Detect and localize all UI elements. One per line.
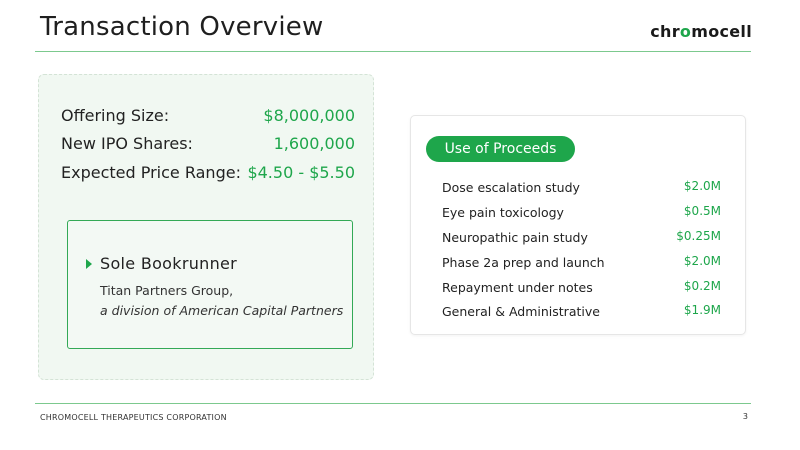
ipo-shares-row: New IPO Shares: 1,600,000 xyxy=(61,134,355,158)
price-range-row: Expected Price Range: $4.50 - $5.50 xyxy=(61,163,355,187)
proceeds-item-value: $2.0M xyxy=(683,179,721,193)
proceeds-row: Eye pain toxicology $0.5M xyxy=(442,204,721,225)
logo-part-pre: chr xyxy=(650,22,680,41)
proceeds-item-value: $1.9M xyxy=(683,303,721,317)
price-range-value: $4.50 - $5.50 xyxy=(247,163,355,182)
bookrunner-box: Sole Bookrunner Titan Partners Group, a … xyxy=(67,220,353,349)
proceeds-item-label: Dose escalation study xyxy=(442,180,580,195)
page-number: 3 xyxy=(742,412,748,421)
offering-panel: Offering Size: $8,000,000 New IPO Shares… xyxy=(38,74,374,380)
company-logo: chromocell xyxy=(650,22,752,41)
proceeds-item-value: $2.0M xyxy=(683,254,721,268)
proceeds-item-value: $0.5M xyxy=(683,204,721,218)
proceeds-row: Repayment under notes $0.2M xyxy=(442,279,721,300)
proceeds-row: Dose escalation study $2.0M xyxy=(442,179,721,200)
proceeds-row: Neuropathic pain study $0.25M xyxy=(442,229,721,250)
proceeds-item-label: Neuropathic pain study xyxy=(442,230,588,245)
logo-part-accent: o xyxy=(679,22,692,41)
header-divider xyxy=(35,51,751,52)
logo-part-post: mocell xyxy=(691,22,752,41)
proceeds-item-label: General & Administrative xyxy=(442,304,600,319)
page-title: Transaction Overview xyxy=(40,12,324,42)
proceeds-panel: Use of Proceeds Dose escalation study $2… xyxy=(410,115,746,335)
bookrunner-division: a division of American Capital Partners xyxy=(100,303,344,318)
proceeds-row: General & Administrative $1.9M xyxy=(442,303,721,324)
price-range-label: Expected Price Range: xyxy=(61,163,241,182)
ipo-shares-label: New IPO Shares: xyxy=(61,134,193,153)
offering-size-value: $8,000,000 xyxy=(263,106,355,125)
bookrunner-title: Sole Bookrunner xyxy=(100,254,238,273)
proceeds-row: Phase 2a prep and launch $2.0M xyxy=(442,254,721,275)
proceeds-title-pill: Use of Proceeds xyxy=(426,136,575,162)
proceeds-item-value: $0.25M xyxy=(676,229,721,243)
caret-right-icon xyxy=(86,259,92,269)
proceeds-item-label: Repayment under notes xyxy=(442,280,593,295)
proceeds-item-value: $0.2M xyxy=(683,279,721,293)
footer-divider xyxy=(35,403,751,404)
offering-size-label: Offering Size: xyxy=(61,106,170,125)
bookrunner-name: Titan Partners Group, xyxy=(100,283,234,298)
ipo-shares-value: 1,600,000 xyxy=(273,134,355,153)
footer-company: CHROMOCELL THERAPEUTICS CORPORATION xyxy=(40,413,227,422)
proceeds-item-label: Phase 2a prep and launch xyxy=(442,255,605,270)
proceeds-item-label: Eye pain toxicology xyxy=(442,205,564,220)
offering-size-row: Offering Size: $8,000,000 xyxy=(61,106,355,130)
